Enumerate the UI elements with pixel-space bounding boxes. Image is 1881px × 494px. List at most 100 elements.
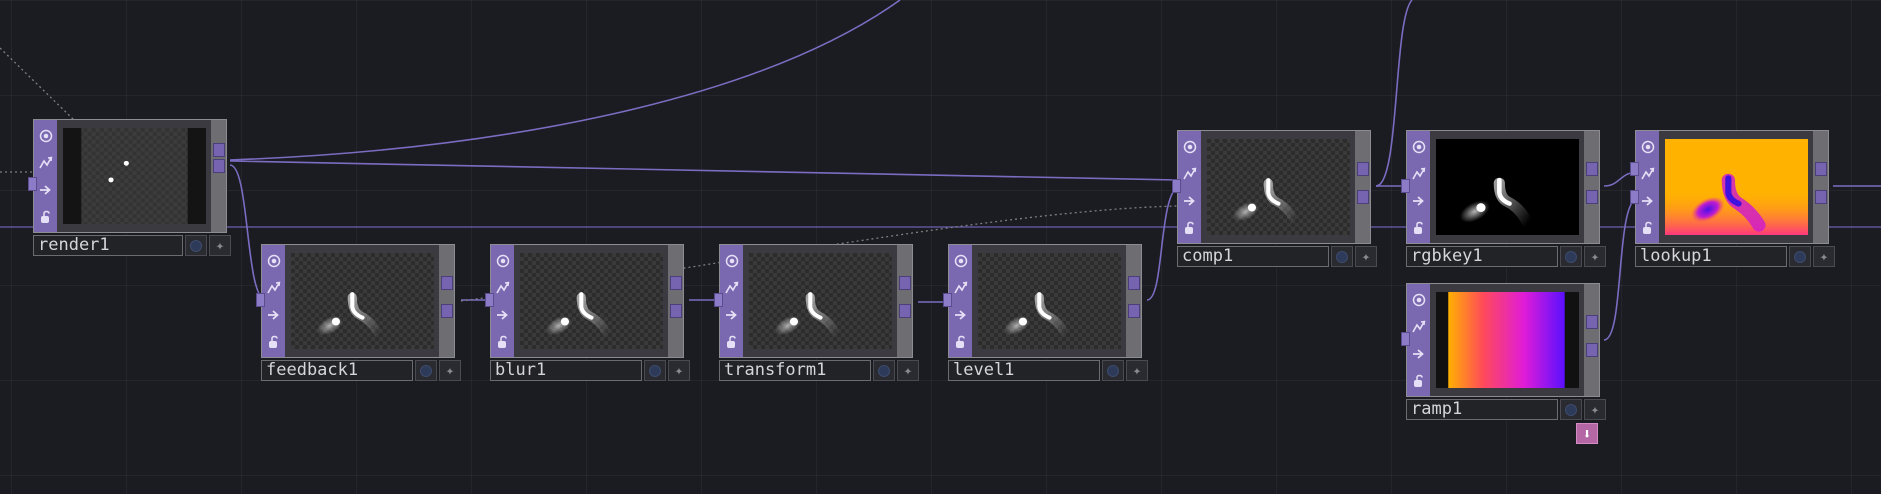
viewer-active-button[interactable]	[415, 360, 437, 381]
viewer-active-button[interactable]	[1560, 399, 1582, 420]
node-name[interactable]: level1	[948, 360, 1100, 381]
node-options-button[interactable]: ✦	[1126, 360, 1148, 381]
input-connector[interactable]	[714, 293, 723, 307]
node-options-button[interactable]: ✦	[1584, 399, 1606, 420]
node-body[interactable]	[28, 119, 227, 233]
bypass-toggle[interactable]	[1409, 164, 1428, 183]
output-connector[interactable]	[213, 159, 225, 173]
node-name[interactable]: transform1	[719, 360, 871, 381]
output-connector[interactable]	[1586, 162, 1598, 176]
output-connector[interactable]	[441, 304, 453, 318]
node-body[interactable]	[485, 244, 684, 358]
viewer-toggle[interactable]	[36, 126, 55, 145]
output-connector[interactable]	[670, 304, 682, 318]
bypass-toggle[interactable]	[1409, 317, 1428, 336]
viewer-active-button[interactable]	[1102, 360, 1124, 381]
input-connector[interactable]	[943, 293, 952, 307]
display-toggle[interactable]	[1180, 191, 1199, 210]
output-connector[interactable]	[1128, 276, 1140, 290]
node-rgbkey1[interactable]: rgbkey1 ✦	[1401, 130, 1606, 270]
output-connector[interactable]	[670, 276, 682, 290]
viewer-active-button[interactable]	[873, 360, 895, 381]
lock-toggle[interactable]	[36, 207, 55, 226]
output-connector[interactable]	[899, 276, 911, 290]
node-body[interactable]	[1401, 283, 1600, 397]
node-feedback1[interactable]: feedback1 ✦	[256, 244, 461, 384]
output-connector[interactable]	[441, 276, 453, 290]
node-options-button[interactable]: ✦	[1355, 246, 1377, 267]
node-body[interactable]	[1172, 130, 1371, 244]
bypass-toggle[interactable]	[493, 278, 512, 297]
node-name[interactable]: render1	[33, 235, 183, 256]
output-connector[interactable]	[1586, 315, 1598, 329]
input-connector[interactable]	[1401, 332, 1410, 346]
output-connector[interactable]	[213, 143, 225, 157]
input-connector[interactable]	[256, 293, 265, 307]
node-options-button[interactable]: ✦	[439, 360, 461, 381]
viewer-toggle[interactable]	[951, 251, 970, 270]
input-connector[interactable]	[28, 177, 37, 191]
lock-toggle[interactable]	[264, 332, 283, 351]
viewer-toggle[interactable]	[1409, 137, 1428, 156]
node-ramp1[interactable]: ramp1 ✦ ⬇	[1401, 283, 1606, 444]
node-body[interactable]	[1401, 130, 1600, 244]
output-connector[interactable]	[1357, 162, 1369, 176]
node-options-button[interactable]: ✦	[209, 235, 231, 256]
node-options-button[interactable]: ✦	[897, 360, 919, 381]
node-name[interactable]: lookup1	[1635, 246, 1787, 267]
viewer-toggle[interactable]	[1409, 290, 1428, 309]
node-name[interactable]: ramp1	[1406, 399, 1558, 420]
node-transform1[interactable]: transform1 ✦	[714, 244, 919, 384]
viewer-toggle[interactable]	[493, 251, 512, 270]
output-connector[interactable]	[1815, 190, 1827, 204]
display-toggle[interactable]	[951, 305, 970, 324]
display-toggle[interactable]	[1638, 191, 1657, 210]
lock-toggle[interactable]	[1409, 218, 1428, 237]
viewer-active-button[interactable]	[185, 235, 207, 256]
bypass-toggle[interactable]	[264, 278, 283, 297]
node-level1[interactable]: level1 ✦	[943, 244, 1148, 384]
node-blur1[interactable]: blur1 ✦	[485, 244, 690, 384]
lock-toggle[interactable]	[1409, 371, 1428, 390]
output-connector[interactable]	[1128, 304, 1140, 318]
input-connector[interactable]	[1172, 179, 1181, 193]
lock-toggle[interactable]	[1180, 218, 1199, 237]
node-body[interactable]	[943, 244, 1142, 358]
input-connector[interactable]	[1630, 162, 1639, 176]
output-connector[interactable]	[1586, 190, 1598, 204]
display-toggle[interactable]	[722, 305, 741, 324]
node-options-button[interactable]: ✦	[1584, 246, 1606, 267]
input-connector[interactable]	[485, 293, 494, 307]
node-name[interactable]: comp1	[1177, 246, 1329, 267]
ramp-editor-button[interactable]: ⬇	[1576, 423, 1598, 444]
node-name[interactable]: feedback1	[261, 360, 413, 381]
viewer-toggle[interactable]	[1180, 137, 1199, 156]
viewer-active-button[interactable]	[1789, 246, 1811, 267]
node-comp1[interactable]: comp1 ✦	[1172, 130, 1377, 270]
output-connector[interactable]	[899, 304, 911, 318]
output-connector[interactable]	[1586, 343, 1598, 357]
lock-toggle[interactable]	[493, 332, 512, 351]
node-options-button[interactable]: ✦	[1813, 246, 1835, 267]
node-body[interactable]	[256, 244, 455, 358]
lock-toggle[interactable]	[1638, 218, 1657, 237]
lock-toggle[interactable]	[951, 332, 970, 351]
display-toggle[interactable]	[1409, 191, 1428, 210]
viewer-toggle[interactable]	[722, 251, 741, 270]
input-connector[interactable]	[1401, 179, 1410, 193]
display-toggle[interactable]	[36, 180, 55, 199]
viewer-toggle[interactable]	[1638, 137, 1657, 156]
node-options-button[interactable]: ✦	[668, 360, 690, 381]
output-connector[interactable]	[1815, 162, 1827, 176]
viewer-toggle[interactable]	[264, 251, 283, 270]
viewer-active-button[interactable]	[1331, 246, 1353, 267]
node-body[interactable]	[1630, 130, 1829, 244]
bypass-toggle[interactable]	[36, 153, 55, 172]
node-name[interactable]: blur1	[490, 360, 642, 381]
node-name[interactable]: rgbkey1	[1406, 246, 1558, 267]
lock-toggle[interactable]	[722, 332, 741, 351]
output-connector[interactable]	[1357, 190, 1369, 204]
node-render1[interactable]: render1 ✦	[28, 119, 231, 259]
display-toggle[interactable]	[264, 305, 283, 324]
bypass-toggle[interactable]	[722, 278, 741, 297]
